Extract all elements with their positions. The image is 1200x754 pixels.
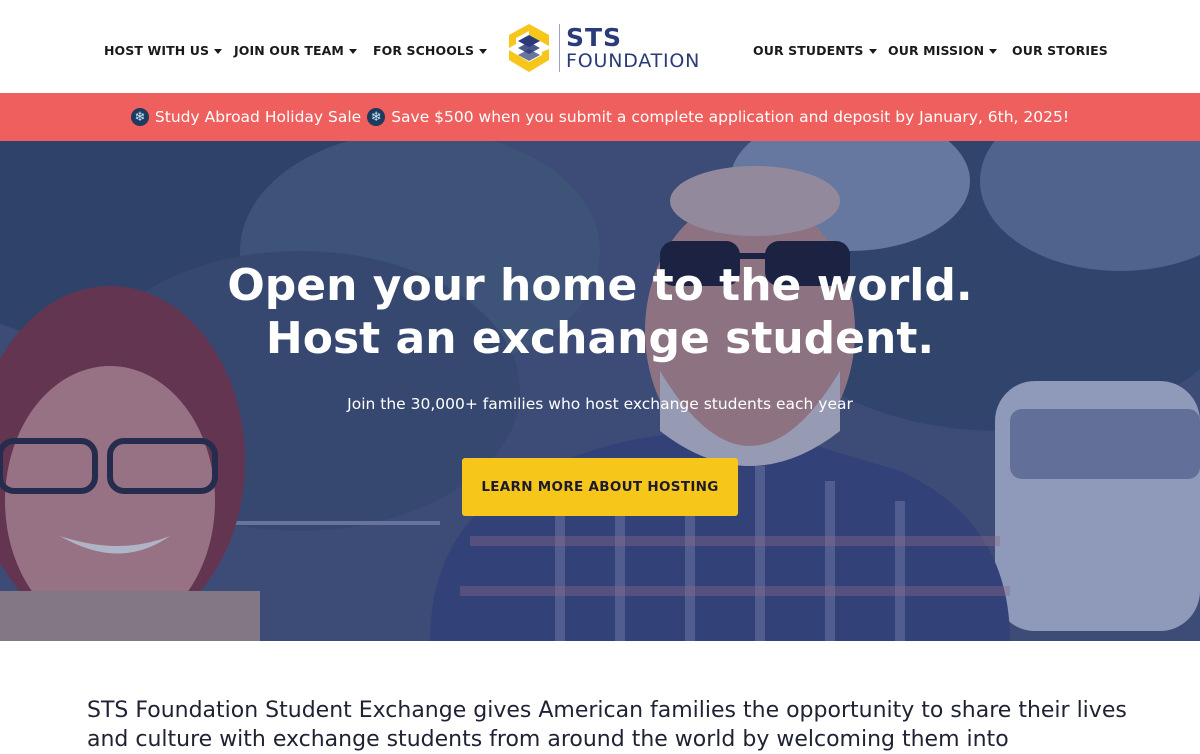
nav-for-schools[interactable]: FOR SCHOOLS <box>373 43 488 58</box>
hero-section: Open your home to the world. Host an exc… <box>0 141 1200 641</box>
site-header: HOST WITH US JOIN OUR TEAM FOR SCHOOLS S… <box>0 0 1200 93</box>
promo-message: Save $500 when you submit a complete app… <box>391 108 1070 126</box>
learn-more-about-hosting-button[interactable]: LEARN MORE ABOUT HOSTING <box>462 458 738 516</box>
hero-heading-line-2: Host an exchange student. <box>265 313 935 364</box>
nav-our-stories-label: OUR STORIES <box>1012 43 1108 58</box>
nav-our-students-label: OUR STUDENTS <box>753 43 864 58</box>
logo-divider <box>559 24 560 72</box>
nav-our-stories[interactable]: OUR STORIES <box>1012 43 1108 58</box>
nav-our-students[interactable]: OUR STUDENTS <box>753 43 877 58</box>
intro-paragraph: STS Foundation Student Exchange gives Am… <box>87 698 1127 752</box>
chevron-down-icon <box>214 48 223 54</box>
site-logo[interactable]: STS FOUNDATION <box>505 22 700 74</box>
nav-host-with-us-label: HOST WITH US <box>104 43 210 58</box>
chevron-down-icon <box>479 48 488 54</box>
sts-cube-logo-icon <box>509 24 549 72</box>
nav-our-mission[interactable]: OUR MISSION <box>888 43 998 58</box>
nav-host-with-us[interactable]: HOST WITH US <box>104 43 223 58</box>
hero-color-overlay <box>0 141 1200 641</box>
snowflake-icon: ❄ <box>367 108 386 126</box>
promo-sale-label: Study Abroad Holiday Sale <box>154 108 362 126</box>
promo-banner[interactable]: ❄ Study Abroad Holiday Sale ❄ Save $500 … <box>0 93 1200 141</box>
chevron-down-icon <box>989 48 998 54</box>
hero-subtitle: Join the 30,000+ families who host excha… <box>347 395 853 413</box>
logo-wordmark: STS FOUNDATION <box>566 25 700 71</box>
hero-heading: Open your home to the world. Host an exc… <box>0 259 1200 365</box>
nav-join-our-team[interactable]: JOIN OUR TEAM <box>234 43 357 58</box>
snowflake-icon: ❄ <box>130 108 149 126</box>
nav-our-mission-label: OUR MISSION <box>888 43 985 58</box>
logo-line-sts: STS <box>566 23 623 52</box>
nav-for-schools-label: FOR SCHOOLS <box>373 43 475 58</box>
logo-line-foundation: FOUNDATION <box>566 50 701 72</box>
hero-heading-line-1: Open your home to the world. <box>227 260 973 311</box>
chevron-down-icon <box>348 48 357 54</box>
chevron-down-icon <box>868 48 877 54</box>
nav-join-our-team-label: JOIN OUR TEAM <box>234 43 344 58</box>
